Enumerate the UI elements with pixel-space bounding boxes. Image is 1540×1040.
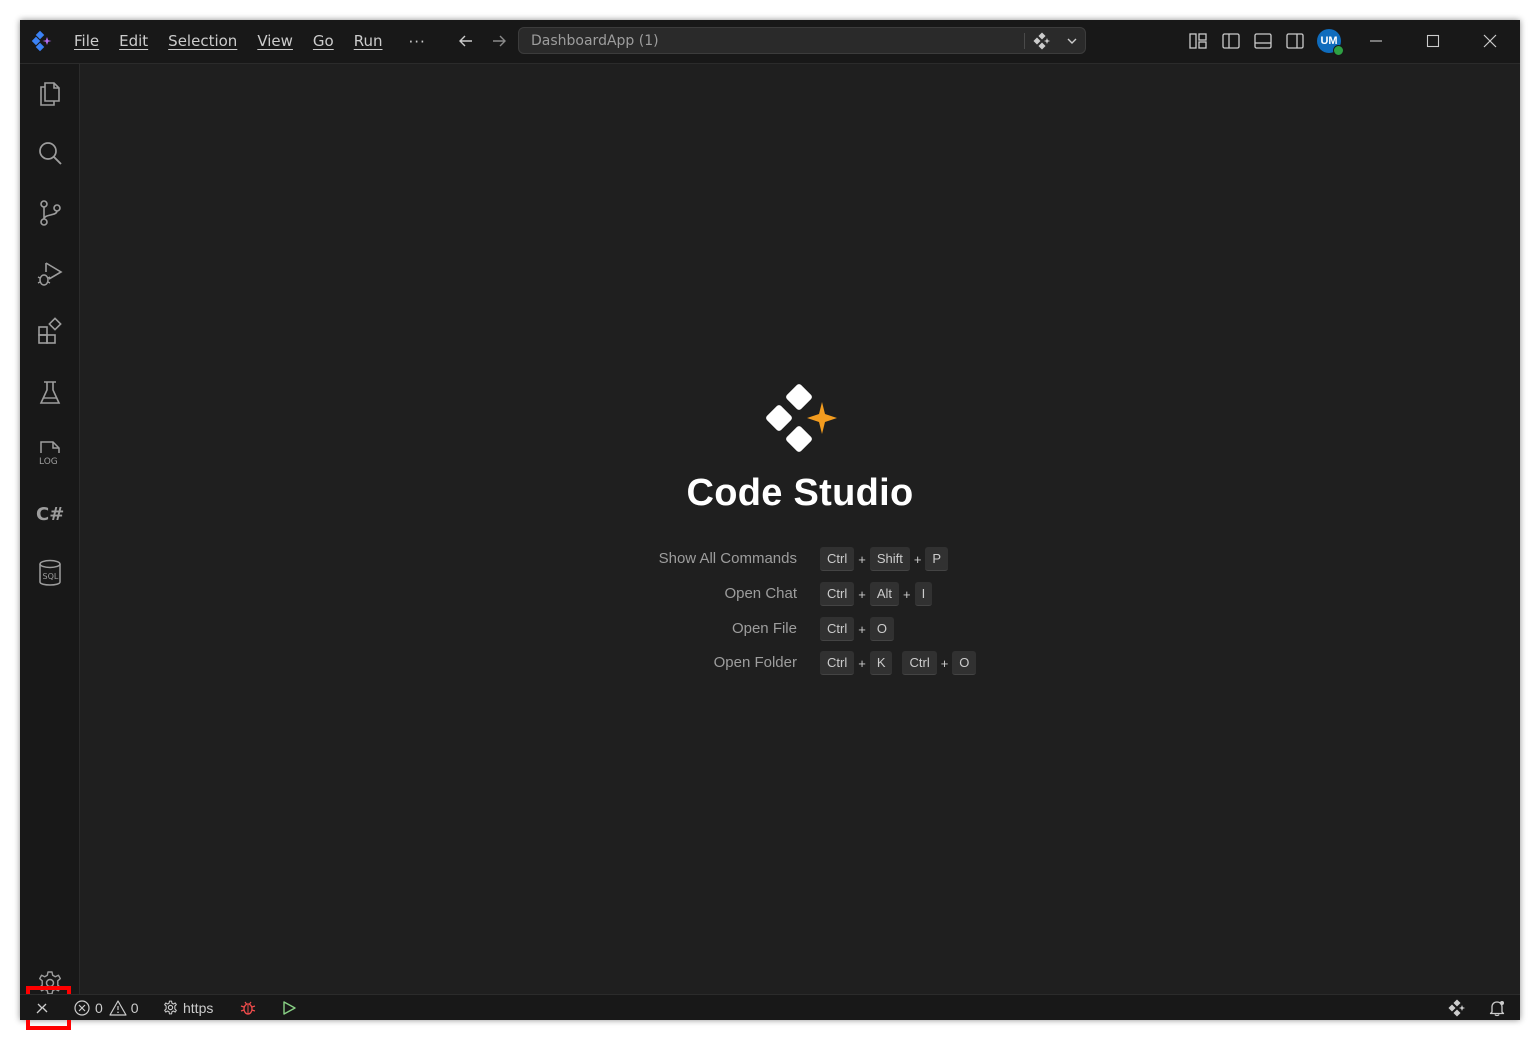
online-status-dot <box>1333 45 1344 56</box>
menu-go[interactable]: Go <box>303 20 344 63</box>
toggle-primary-sidebar-icon[interactable] <box>1221 31 1241 51</box>
explorer-icon[interactable] <box>34 77 66 109</box>
debug-status-button[interactable] <box>239 995 257 1020</box>
keybinding: Ctrl + K Ctrl + O <box>820 651 977 675</box>
shortcut-row[interactable]: Open Chat Ctrl + Alt + I <box>600 582 1100 606</box>
menu-run[interactable]: Run <box>344 20 393 63</box>
menu-bar: File Edit Selection View Go Run ··· <box>64 20 440 63</box>
warning-count: 0 <box>130 999 139 1016</box>
key-plus: + <box>913 551 922 567</box>
keybinding: Ctrl + Alt + I <box>820 582 933 606</box>
bug-icon <box>240 1001 256 1015</box>
forward-arrow-icon[interactable] <box>490 32 508 50</box>
gear-icon <box>164 1000 177 1015</box>
key-cap: O <box>869 617 894 641</box>
csharp-icon[interactable]: C# <box>34 497 66 529</box>
run-debug-icon[interactable] <box>34 257 66 289</box>
menu-file[interactable]: File <box>64 20 109 63</box>
svg-text:C#: C# <box>36 504 64 525</box>
shortcut-label[interactable]: Show All Commands <box>659 547 797 571</box>
error-icon <box>74 999 90 1016</box>
key-cap: P <box>925 547 949 571</box>
close-icon[interactable] <box>1480 31 1500 51</box>
activity-bar: LOG C# SQL <box>20 64 80 1030</box>
command-center-text: DashboardApp (1) <box>531 33 659 49</box>
shortcut-label[interactable]: Open Folder <box>714 651 797 675</box>
title-bar: File Edit Selection View Go Run ··· Dash… <box>20 20 1520 64</box>
svg-text:LOG: LOG <box>39 457 58 467</box>
key-plus: + <box>940 655 949 671</box>
minimize-icon[interactable] <box>1366 31 1386 51</box>
shortcut-row[interactable]: Show All Commands Ctrl + Shift + P <box>600 547 1100 571</box>
key-cap: I <box>914 582 933 606</box>
app-logo-icon <box>31 30 52 52</box>
shortcut-label[interactable]: Open Chat <box>724 582 797 606</box>
shortcut-label[interactable]: Open File <box>732 617 797 641</box>
bell-icon <box>1489 1000 1505 1016</box>
key-plus: + <box>902 586 911 602</box>
menu-selection[interactable]: Selection <box>158 20 247 63</box>
notifications-button[interactable] <box>1488 995 1506 1020</box>
toggle-secondary-sidebar-icon[interactable] <box>1285 31 1305 51</box>
key-plus: + <box>858 655 866 671</box>
product-title: Code Studio <box>686 472 914 514</box>
search-icon[interactable] <box>34 137 66 169</box>
keybinding: Ctrl + O <box>820 617 894 641</box>
customize-layout-icon[interactable] <box>1188 31 1208 51</box>
key-cap: Ctrl <box>820 651 855 675</box>
key-cap: Alt <box>869 582 899 606</box>
key-cap: Ctrl <box>820 547 855 571</box>
status-bar: 0 0 https <box>20 994 1520 1020</box>
problems-indicator[interactable]: 0 0 <box>73 995 139 1020</box>
error-count: 0 <box>95 999 103 1016</box>
svg-text:SQL: SQL <box>43 572 59 581</box>
sql-icon[interactable]: SQL <box>34 557 66 589</box>
back-arrow-icon[interactable] <box>457 32 475 50</box>
play-icon <box>283 1000 296 1015</box>
menu-more-button[interactable]: ··· <box>393 22 440 62</box>
shortcut-row[interactable]: Open File Ctrl + O <box>600 617 1100 641</box>
profile-name: https <box>183 999 214 1016</box>
toggle-panel-icon[interactable] <box>1253 31 1273 51</box>
copilot-icon[interactable] <box>1033 32 1051 50</box>
editor-area: Code Studio Show All Commands Ctrl + Shi… <box>80 64 1520 994</box>
command-center-divider <box>1024 33 1025 49</box>
copilot-status-icon <box>1448 998 1466 1017</box>
warning-icon <box>109 999 127 1016</box>
remote-icon <box>36 1003 48 1013</box>
product-logo-icon <box>766 384 837 452</box>
key-cap: Ctrl <box>902 651 937 675</box>
key-plus: + <box>858 586 866 602</box>
testing-icon[interactable] <box>34 377 66 409</box>
key-cap: Ctrl <box>820 582 855 606</box>
key-cap: Shift <box>869 547 910 571</box>
key-cap: Ctrl <box>820 617 855 641</box>
shortcut-row[interactable]: Open Folder Ctrl + K Ctrl + O <box>600 651 1100 675</box>
menu-edit[interactable]: Edit <box>109 20 158 63</box>
key-cap: K <box>869 651 893 675</box>
remote-indicator[interactable] <box>34 995 50 1020</box>
menu-view[interactable]: View <box>247 20 303 63</box>
source-control-icon[interactable] <box>34 197 66 229</box>
profile-indicator[interactable]: https <box>162 995 213 1020</box>
maximize-icon[interactable] <box>1423 31 1443 51</box>
app-window: File Edit Selection View Go Run ··· Dash… <box>20 20 1520 1030</box>
run-button[interactable] <box>280 995 298 1020</box>
copilot-status-button[interactable] <box>1448 995 1466 1020</box>
key-cap: O <box>952 651 977 675</box>
extensions-icon[interactable] <box>34 317 66 349</box>
key-plus: + <box>858 551 866 567</box>
key-plus: + <box>858 621 866 637</box>
keybinding: Ctrl + Shift + P <box>820 547 949 571</box>
log-icon[interactable]: LOG <box>34 437 66 469</box>
chevron-down-icon[interactable] <box>1065 34 1079 48</box>
command-center-search[interactable]: DashboardApp (1) <box>518 27 1086 54</box>
